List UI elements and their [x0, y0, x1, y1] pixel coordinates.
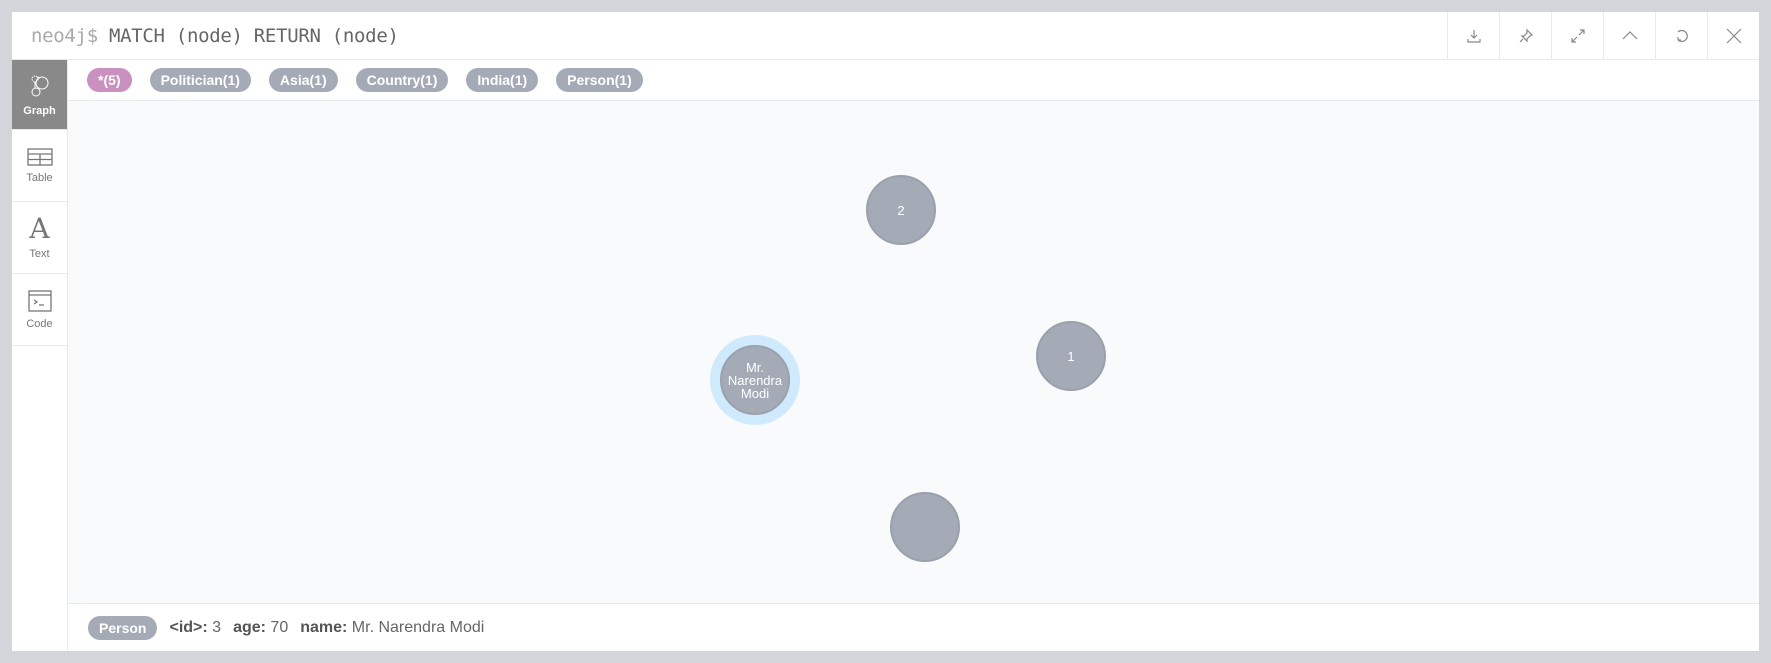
graph-node-selected[interactable]: Mr. Narendra Modi [720, 345, 790, 415]
view-sidebar: Graph Table A Text Code [12, 60, 68, 651]
pin-button[interactable] [1499, 11, 1551, 60]
prompt: neo4j$ [31, 24, 98, 47]
rerun-button[interactable] [1655, 11, 1707, 60]
text-icon: A [29, 211, 50, 245]
sidebar-item-text[interactable]: A Text [12, 202, 67, 274]
label-pill-all[interactable]: *(5) [87, 68, 132, 92]
close-button[interactable] [1707, 11, 1759, 60]
graph-node[interactable]: 1 [1036, 321, 1106, 391]
node-label-badge[interactable]: Person [88, 615, 158, 640]
sidebar-item-label: Text [29, 247, 50, 260]
fullscreen-button[interactable] [1551, 11, 1603, 60]
frame-header: neo4j$ MATCH (node) RETURN (node) [12, 11, 1759, 60]
graph-node[interactable] [890, 492, 960, 562]
inspector-footer: Person <id>: 3 age: 70 name: Mr. Narendr… [68, 603, 1759, 651]
label-pill-person[interactable]: Person(1) [556, 68, 643, 92]
collapse-icon [1622, 30, 1637, 39]
prop-age: age: 70 [233, 618, 289, 636]
graph-icon [31, 75, 48, 96]
sidebar-item-label: Table [26, 171, 53, 184]
expand-icon [1570, 28, 1585, 43]
label-pill-india[interactable]: India(1) [466, 68, 539, 92]
code-icon [27, 289, 52, 312]
graph-canvas[interactable]: 2 1 Mr. Narendra Modi [68, 101, 1759, 603]
download-icon [1466, 29, 1481, 43]
collapse-button[interactable] [1603, 11, 1655, 60]
label-pill-country[interactable]: Country(1) [355, 68, 449, 92]
graph-node[interactable]: 2 [866, 175, 936, 245]
sidebar-item-graph[interactable]: Graph [12, 60, 67, 130]
download-button[interactable] [1447, 11, 1499, 60]
prop-id: <id>: 3 [169, 618, 222, 636]
sidebar-item-code[interactable]: Code [12, 274, 67, 346]
query-text: MATCH (node) RETURN (node) [108, 24, 399, 47]
label-pill-asia[interactable]: Asia(1) [268, 68, 338, 92]
result-frame: neo4j$ MATCH (node) RETURN (node) Graph … [12, 11, 1759, 651]
table-icon [26, 147, 53, 166]
label-bar: *(5) Politician(1) Asia(1) Country(1) In… [68, 60, 1759, 101]
sidebar-item-table[interactable]: Table [12, 130, 67, 202]
label-pill-politician[interactable]: Politician(1) [149, 68, 251, 92]
sidebar-item-label: Graph [23, 104, 56, 117]
pin-icon [1519, 28, 1533, 42]
rerun-icon [1676, 29, 1688, 42]
query-editor[interactable]: neo4j$ MATCH (node) RETURN (node) [12, 25, 1447, 47]
prop-name: name: Mr. Narendra Modi [300, 618, 485, 636]
close-icon [1726, 28, 1741, 43]
sidebar-item-label: Code [26, 317, 53, 330]
